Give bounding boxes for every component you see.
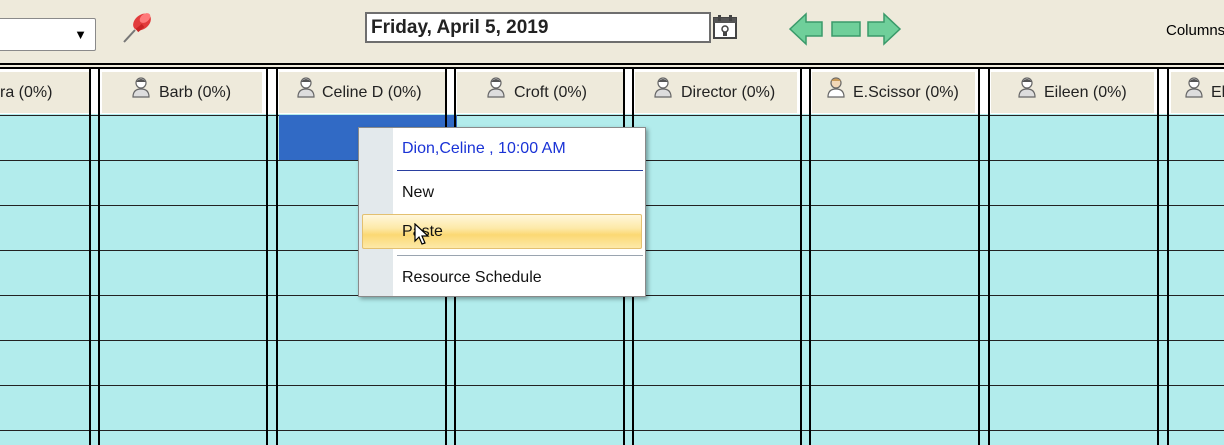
resource-header-label: El	[1211, 84, 1224, 101]
column-divider	[809, 69, 811, 445]
column-divider	[1157, 69, 1159, 445]
person-icon	[654, 77, 672, 98]
columns-label[interactable]: Columns	[1166, 22, 1224, 39]
grid-line	[0, 430, 1224, 431]
column-divider	[89, 69, 91, 445]
resource-header[interactable]: Eileen (0%)	[991, 72, 1154, 113]
menu-separator	[397, 255, 643, 256]
column-divider	[800, 69, 802, 445]
grid-line	[0, 115, 1224, 116]
menu-item-resource-schedule[interactable]: Resource Schedule	[402, 269, 542, 287]
calendar-icon[interactable]	[712, 14, 738, 40]
divider	[0, 63, 1224, 65]
person-icon	[1185, 77, 1203, 98]
person-icon	[827, 77, 845, 98]
column-divider	[978, 69, 980, 445]
mouse-cursor-icon	[414, 223, 430, 245]
arrow-left-icon[interactable]	[788, 12, 824, 46]
menu-gutter	[359, 128, 393, 296]
column-divider	[266, 69, 268, 445]
context-menu: Dion,Celine , 10:00 AM New Paste Resourc…	[358, 127, 646, 297]
resource-header-label: Director (0%)	[681, 84, 776, 101]
column-divider	[98, 69, 100, 445]
person-icon	[1018, 77, 1036, 98]
resource-header-label: Eileen (0%)	[1044, 84, 1127, 101]
resource-header-label: E.Scissor (0%)	[853, 84, 959, 101]
person-icon	[132, 77, 150, 98]
resource-header[interactable]: Croft (0%)	[457, 72, 623, 113]
resource-header-label: Barb (0%)	[159, 84, 232, 101]
menu-item-new[interactable]: New	[402, 184, 434, 202]
date-field[interactable]: Friday, April 5, 2019	[365, 12, 711, 43]
chevron-down-icon: ▼	[74, 27, 87, 42]
person-icon	[487, 77, 505, 98]
resource-header[interactable]: Barb (0%)	[102, 72, 262, 113]
grid-line	[0, 385, 1224, 386]
resource-header[interactable]: E.Scissor (0%)	[812, 72, 975, 113]
grid-line	[0, 340, 1224, 341]
appointment-header[interactable]: Dion,Celine , 10:00 AM	[402, 140, 566, 158]
menu-item-paste[interactable]: Paste	[362, 214, 642, 249]
column-divider	[276, 69, 278, 445]
menu-separator	[397, 170, 643, 171]
today-icon[interactable]	[830, 12, 862, 46]
resource-header[interactable]: Celine D (0%)	[279, 72, 445, 113]
arrow-right-icon[interactable]	[866, 12, 902, 46]
toolbar: ▼ Friday, April 5, 2019 Columns	[0, 0, 1224, 64]
person-icon	[297, 77, 315, 98]
view-dropdown[interactable]: ▼	[0, 18, 96, 51]
column-divider	[988, 69, 990, 445]
resource-header[interactable]: ra (0%)	[0, 72, 89, 113]
resource-header-label: Croft (0%)	[514, 84, 587, 101]
resource-header[interactable]: Director (0%)	[635, 72, 797, 113]
resource-header-label: ra (0%)	[0, 84, 53, 101]
resource-header-label: Celine D (0%)	[322, 84, 422, 101]
column-divider	[1167, 69, 1169, 445]
pin-icon[interactable]	[118, 6, 158, 46]
resource-header-row: ra (0%) Barb (0%) Celine D (0%) Croft (0…	[0, 69, 1224, 114]
resource-header[interactable]: El	[1171, 72, 1224, 113]
